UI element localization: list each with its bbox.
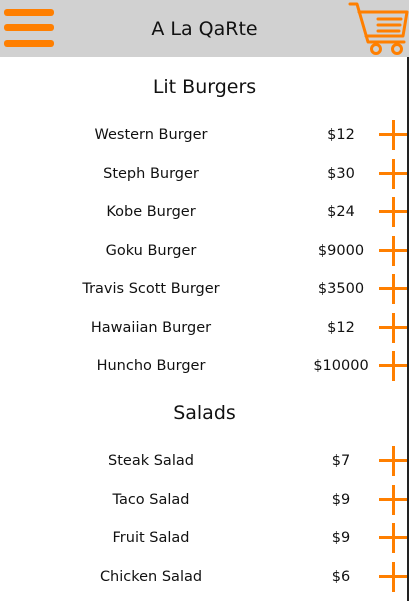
menu-item-row: Goku Burger $9000 <box>0 232 409 270</box>
menu-item-price: $24 <box>327 204 355 220</box>
menu-item-name: Kobe Burger <box>106 204 196 220</box>
plus-vertical-bar <box>392 523 395 553</box>
plus-vertical-bar <box>392 313 395 343</box>
menu-bar-bottom <box>4 40 54 47</box>
plus-vertical-bar <box>392 236 395 266</box>
plus-vertical-bar <box>392 274 395 304</box>
menu-item-price: $30 <box>327 166 355 182</box>
menu-item-row: Kobe Burger $24 <box>0 193 409 231</box>
menu-item-name: Taco Salad <box>112 492 190 508</box>
plus-vertical-bar <box>392 351 395 381</box>
plus-icon[interactable] <box>379 351 409 381</box>
menu-item-price: $9 <box>331 530 351 546</box>
plus-icon[interactable] <box>379 159 409 189</box>
menu-item-price: $10000 <box>313 358 369 374</box>
plus-vertical-bar <box>392 446 395 476</box>
section-heading: Salads <box>173 402 236 424</box>
menu-item-row: Fruit Salad $9 <box>0 519 409 557</box>
menu-item-price: $7 <box>331 453 351 469</box>
menu-list: Lit Burgers Western Burger $12 Steph Burger… <box>0 57 409 601</box>
menu-item-name: Chicken Salad <box>99 569 203 585</box>
menu-item-price: $12 <box>327 320 355 336</box>
menu-item-name: Steph Burger <box>103 166 199 182</box>
menu-item-row: Western Burger $12 <box>0 116 409 154</box>
plus-icon[interactable] <box>379 562 409 592</box>
menu-item-row: Travis Scott Burger $3500 <box>0 270 409 308</box>
menu-item-price: $9 <box>331 492 351 508</box>
plus-icon[interactable] <box>379 197 409 227</box>
menu-bar-top <box>4 9 54 16</box>
plus-icon[interactable] <box>379 446 409 476</box>
menu-item-name: Fruit Salad <box>112 530 190 546</box>
plus-icon[interactable] <box>379 485 409 515</box>
menu-item-name: Goku Burger <box>105 243 197 259</box>
menu-item-price: $3500 <box>317 281 365 297</box>
menu-item-price: $9000 <box>317 243 365 259</box>
menu-item-price: $12 <box>327 127 355 143</box>
plus-icon[interactable] <box>379 313 409 343</box>
menu-item-row: Taco Salad $9 <box>0 481 409 519</box>
menu-item-name: Western Burger <box>94 127 208 143</box>
menu-item-row: Chicken Salad $6 <box>0 558 409 596</box>
menu-item-name: Huncho Burger <box>96 358 206 374</box>
menu-item-name: Hawaiian Burger <box>90 320 212 336</box>
plus-vertical-bar <box>392 120 395 150</box>
menu-item-row: Steph Burger $30 <box>0 155 409 193</box>
menu-item-row: Hawaiian Burger $12 <box>0 309 409 347</box>
plus-vertical-bar <box>392 485 395 515</box>
menu-item-name: Travis Scott Burger <box>82 281 220 297</box>
section-heading: Lit Burgers <box>152 76 257 98</box>
shopping-cart-icon[interactable] <box>348 2 409 57</box>
menu-item-row: Steak Salad $7 <box>0 442 409 480</box>
cart-svg <box>348 2 409 55</box>
plus-vertical-bar <box>392 197 395 227</box>
menu-item-price: $6 <box>331 569 351 585</box>
plus-icon[interactable] <box>379 274 409 304</box>
app-bar: A La QaRte <box>0 0 409 57</box>
menu-item-name: Steak Salad <box>108 453 194 469</box>
plus-vertical-bar <box>392 159 395 189</box>
plus-icon[interactable] <box>379 120 409 150</box>
plus-icon[interactable] <box>379 236 409 266</box>
menu-item-row: Huncho Burger $10000 <box>0 347 409 385</box>
plus-vertical-bar <box>392 562 395 592</box>
plus-icon[interactable] <box>379 523 409 553</box>
